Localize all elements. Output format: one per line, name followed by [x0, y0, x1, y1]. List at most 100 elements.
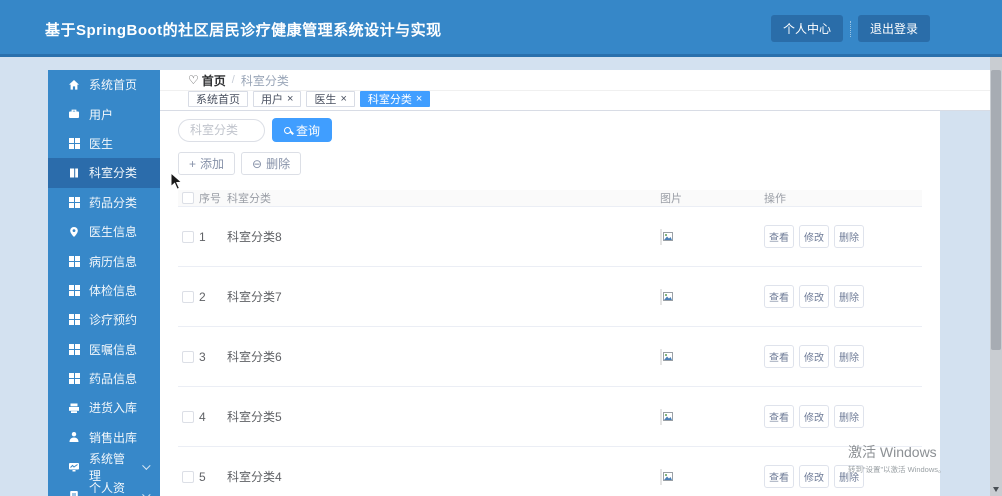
cell-category: 科室分类8 — [227, 230, 282, 244]
cell-category: 科室分类5 — [227, 410, 282, 424]
sidebar-item-users[interactable]: 用户 — [48, 99, 160, 128]
tab-home[interactable]: 系统首页 — [188, 91, 248, 107]
app-header: 基于SpringBoot的社区居民诊疗健康管理系统设计与实现 个人中心 退出登录 — [0, 0, 1002, 57]
delete-button[interactable]: ⊖ 删除 — [241, 152, 302, 175]
sidebar-item-label: 个人资料 — [89, 481, 126, 496]
grid-icon — [68, 373, 80, 385]
add-button[interactable]: + 添加 — [178, 152, 236, 175]
sidebar-item-system-management[interactable]: 系统管理 — [48, 452, 160, 483]
edit-button[interactable]: 修改 — [799, 225, 829, 248]
sidebar-item-doctor-info[interactable]: 医生信息 — [48, 217, 160, 246]
view-button[interactable]: 查看 — [764, 285, 794, 308]
action-row: + 添加 ⊖ 删除 — [178, 152, 302, 175]
app-title: 基于SpringBoot的社区居民诊疗健康管理系统设计与实现 — [45, 22, 442, 39]
query-button[interactable]: 查询 — [272, 118, 333, 142]
sidebar-item-profile[interactable]: 个人资料 — [48, 481, 160, 496]
table-row: 1 科室分类8 查看 修改 删除 — [178, 207, 922, 267]
broken-image-icon — [663, 351, 673, 361]
sidebar-item-label: 用户 — [89, 107, 114, 122]
edit-button[interactable]: 修改 — [799, 465, 829, 488]
header-divider — [849, 20, 851, 37]
broken-image-icon — [663, 411, 673, 421]
view-button[interactable]: 查看 — [764, 345, 794, 368]
sidebar-item-purchase-inbound[interactable]: 进货入库 — [48, 393, 160, 422]
view-button[interactable]: 查看 — [764, 465, 794, 488]
table-row: 3 科室分类6 查看 修改 删除 — [178, 327, 922, 387]
sidebar-item-medical-records[interactable]: 病历信息 — [48, 246, 160, 275]
row-checkbox[interactable] — [182, 350, 194, 363]
sidebar-item-label: 药品分类 — [89, 195, 138, 210]
grid-icon — [68, 284, 80, 296]
table-header: 序号 科室分类 图片 操作 — [178, 190, 922, 207]
broken-image-icon — [663, 231, 673, 241]
vertical-scrollbar[interactable] — [990, 57, 1002, 496]
close-icon[interactable]: × — [340, 93, 346, 105]
query-button-label: 查询 — [296, 123, 321, 138]
sidebar-item-sales-outbound[interactable]: 销售出库 — [48, 423, 160, 452]
delete-row-button[interactable]: 删除 — [834, 345, 864, 368]
sidebar-item-doctor-orders[interactable]: 医嘱信息 — [48, 335, 160, 364]
tab-department-category[interactable]: 科室分类 × — [359, 91, 431, 107]
row-checkbox[interactable] — [182, 470, 194, 483]
column-header-actions: 操作 — [764, 193, 786, 205]
sidebar-item-label: 科室分类 — [89, 166, 138, 181]
cell-category: 科室分类7 — [227, 290, 282, 304]
breadcrumb-home-label: 首页 — [201, 73, 226, 88]
sidebar-item-drug-info[interactable]: 药品信息 — [48, 364, 160, 393]
cell-index: 1 — [199, 229, 206, 244]
image-placeholder — [660, 408, 673, 425]
tab-users[interactable]: 用户 × — [253, 91, 302, 107]
sidebar-item-drug-category[interactable]: 药品分类 — [48, 188, 160, 217]
sidebar-item-label: 医嘱信息 — [89, 342, 138, 357]
sidebar-item-home[interactable]: 系统首页 — [48, 70, 160, 99]
table-row: 5 科室分类4 查看 修改 删除 — [178, 447, 922, 496]
column-header-index: 序号 — [199, 193, 221, 205]
briefcase-icon — [68, 108, 80, 120]
breadcrumb-home[interactable]: ♡ 首页 — [188, 72, 226, 89]
breadcrumb: ♡ 首页 / 科室分类 — [160, 70, 990, 91]
breadcrumb-current: 科室分类 — [240, 73, 289, 88]
monitor-icon — [68, 461, 80, 473]
book-icon — [68, 167, 80, 179]
broken-image-icon — [663, 291, 673, 301]
column-header-category: 科室分类 — [227, 193, 271, 205]
sidebar-item-doctors[interactable]: 医生 — [48, 129, 160, 158]
column-header-image: 图片 — [660, 193, 682, 205]
sidebar-item-label: 病历信息 — [89, 254, 138, 269]
cell-index: 4 — [199, 409, 206, 424]
edit-button[interactable]: 修改 — [799, 405, 829, 428]
tab-doctors[interactable]: 医生 × — [306, 91, 355, 107]
search-icon — [284, 126, 291, 134]
sidebar-item-label: 进货入库 — [89, 401, 138, 416]
close-icon[interactable]: × — [287, 93, 293, 105]
person-icon — [68, 431, 80, 443]
sidebar-item-department-category[interactable]: 科室分类 — [48, 158, 160, 188]
edit-button[interactable]: 修改 — [799, 285, 829, 308]
plus-icon: + — [189, 156, 197, 171]
select-all-checkbox[interactable] — [182, 192, 194, 204]
view-button[interactable]: 查看 — [764, 405, 794, 428]
search-input[interactable] — [178, 118, 265, 142]
broken-image-icon — [663, 471, 673, 481]
delete-row-button[interactable]: 删除 — [834, 405, 864, 428]
scrollbar-down-arrow-icon[interactable] — [993, 487, 999, 492]
profile-button[interactable]: 个人中心 — [770, 15, 843, 42]
logout-button[interactable]: 退出登录 — [857, 15, 930, 42]
delete-row-button[interactable]: 删除 — [834, 465, 864, 488]
printer-icon — [68, 402, 80, 414]
main-content: 查询 + 添加 ⊖ 删除 序号 科室分类 图片 操作 1 科室分类8 查看 — [160, 111, 940, 496]
view-button[interactable]: 查看 — [764, 225, 794, 248]
close-icon[interactable]: × — [416, 93, 422, 105]
delete-row-button[interactable]: 删除 — [834, 285, 864, 308]
edit-button[interactable]: 修改 — [799, 345, 829, 368]
row-checkbox[interactable] — [182, 410, 194, 423]
delete-row-button[interactable]: 删除 — [834, 225, 864, 248]
scrollbar-thumb[interactable] — [991, 70, 1001, 350]
chevron-down-icon — [142, 461, 151, 470]
sidebar-item-appointments[interactable]: 诊疗预约 — [48, 305, 160, 334]
header-actions: 个人中心 退出登录 — [770, 15, 930, 42]
cell-index: 3 — [199, 349, 206, 364]
row-checkbox[interactable] — [182, 230, 194, 243]
row-checkbox[interactable] — [182, 290, 194, 303]
sidebar-item-physical-exam[interactable]: 体检信息 — [48, 276, 160, 305]
